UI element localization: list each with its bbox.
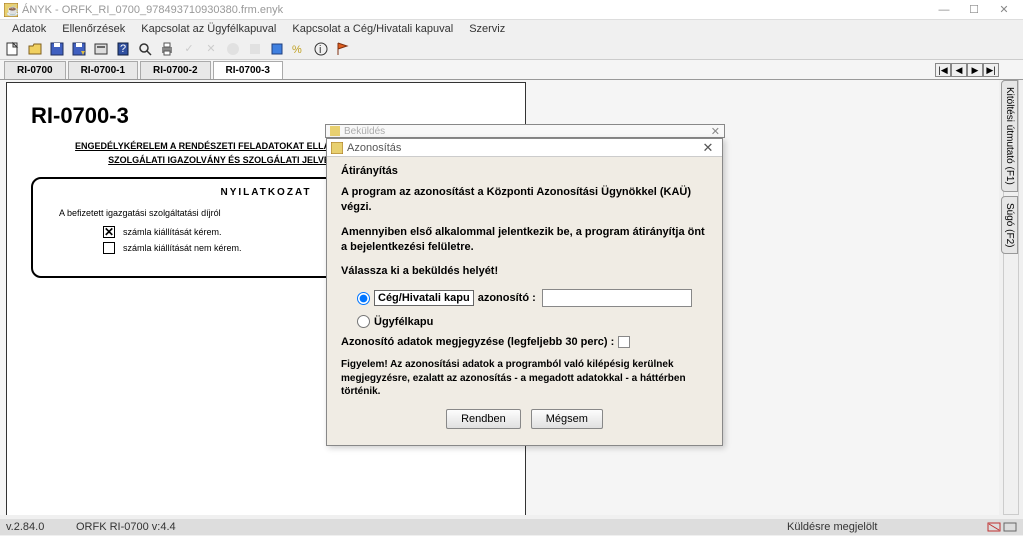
dialog-back-close[interactable]: ✕: [711, 125, 720, 138]
dialog-background: Beküldés ✕: [325, 124, 725, 138]
svg-text:i: i: [319, 44, 321, 56]
menu-szerviz[interactable]: Szerviz: [461, 21, 513, 37]
dialog-p2: Amennyiben első alkalommal jelentkezik b…: [341, 225, 708, 255]
svg-text:%: %: [292, 44, 302, 56]
dialog-titlebar: Azonosítás ✕: [327, 139, 722, 157]
book-icon[interactable]: [268, 40, 286, 58]
toolbar-icon-5[interactable]: [92, 40, 110, 58]
radio-ugyfelkapu[interactable]: [357, 315, 370, 328]
azonosito-label: azonosító :: [478, 292, 536, 304]
menu-ugyfelkapu[interactable]: Kapcsolat az Ügyfélkapuval: [133, 21, 284, 37]
window-titlebar: ☕ ÁNYK - ORFK_RI_0700_978493710930380.fr…: [0, 0, 1023, 20]
maximize-button[interactable]: ☐: [959, 0, 989, 20]
toolbar-icon-6[interactable]: ?: [114, 40, 132, 58]
checkbox-kerem-label: számla kiállítását kérem.: [123, 227, 222, 237]
tabbar: RI-0700 RI-0700-1 RI-0700-2 RI-0700-3 |◀…: [0, 60, 1023, 80]
check-icon[interactable]: ✓: [180, 40, 198, 58]
close-button[interactable]: ✕: [989, 0, 1019, 20]
dialog-icon: [331, 142, 343, 154]
svg-text:☕: ☕: [6, 3, 18, 17]
tab-ri0700-1[interactable]: RI-0700-1: [68, 61, 138, 79]
dialog-prompt: Válassza ki a beküldés helyét!: [341, 264, 708, 279]
dialog-section: Átirányítás: [341, 165, 708, 177]
x-icon[interactable]: ✕: [202, 40, 220, 58]
dialog-close-button[interactable]: ✕: [698, 140, 718, 156]
window-title: ÁNYK - ORFK_RI_0700_978493710930380.frm.…: [22, 4, 929, 16]
toolbar-icon-12[interactable]: [246, 40, 264, 58]
status-icon-2[interactable]: [1003, 519, 1017, 536]
auth-dialog: Azonosítás ✕ Átirányítás A program az az…: [326, 138, 723, 446]
status-state: Küldésre megjelölt: [787, 521, 987, 533]
checkbox-nemkerem[interactable]: [103, 242, 115, 254]
azonosito-input[interactable]: [542, 289, 692, 307]
tab-ri0700[interactable]: RI-0700: [4, 61, 66, 79]
open-icon[interactable]: [26, 40, 44, 58]
dialog-note: Figyelem! Az azonosítási adatok a progra…: [341, 358, 708, 399]
radio-ugyfelkapu-label: Ügyfélkapu: [374, 316, 433, 328]
radio-ceghivatali[interactable]: [357, 292, 370, 305]
dialog-title: Azonosítás: [347, 142, 698, 154]
new-icon[interactable]: [4, 40, 22, 58]
saveas-icon[interactable]: [70, 40, 88, 58]
tab-first-button[interactable]: |◀: [935, 63, 951, 77]
save-icon[interactable]: [48, 40, 66, 58]
find-icon[interactable]: [136, 40, 154, 58]
ok-button[interactable]: Rendben: [446, 409, 521, 429]
menu-ellenorzesek[interactable]: Ellenőrzések: [54, 21, 133, 37]
dialog-p1: A program az azonosítást a Központi Azon…: [341, 185, 708, 215]
checkbox-nemkerem-label: számla kiállítását nem kérem.: [123, 243, 242, 253]
menu-adatok[interactable]: Adatok: [4, 21, 54, 37]
app-icon: ☕: [4, 3, 18, 17]
status-version: v.2.84.0: [6, 521, 76, 533]
side-tabs: Kitöltési útmutató (F1) Súgó (F2): [1001, 80, 1023, 258]
minimize-button[interactable]: —: [929, 0, 959, 20]
menu-ceghivatali[interactable]: Kapcsolat a Cég/Hivatali kapuval: [284, 21, 461, 37]
tab-nav: |◀ ◀ ▶ ▶|: [935, 63, 999, 77]
menubar: Adatok Ellenőrzések Kapcsolat az Ügyfélk…: [0, 20, 1023, 38]
toolbar-icon-11[interactable]: [224, 40, 242, 58]
checkbox-kerem[interactable]: [103, 226, 115, 238]
dialog-back-icon: [330, 126, 340, 136]
print-icon[interactable]: [158, 40, 176, 58]
remember-label: Azonosító adatok megjegyzése (legfeljebb…: [341, 336, 614, 348]
sidetab-sugo[interactable]: Súgó (F2): [1001, 196, 1018, 254]
flag-icon[interactable]: [334, 40, 352, 58]
svg-text:?: ?: [120, 43, 126, 55]
cancel-button[interactable]: Mégsem: [531, 409, 603, 429]
sidetab-utmutato[interactable]: Kitöltési útmutató (F1): [1001, 80, 1018, 192]
tab-next-button[interactable]: ▶: [967, 63, 983, 77]
remember-checkbox[interactable]: [618, 336, 630, 348]
tab-ri0700-3[interactable]: RI-0700-3: [213, 61, 283, 79]
toolbar-icon-14[interactable]: %: [290, 40, 308, 58]
info-icon[interactable]: i: [312, 40, 330, 58]
toolbar: ? ✓ ✕ % i: [0, 38, 1023, 60]
status-icon-1[interactable]: [987, 519, 1001, 536]
dialog-back-title: Beküldés: [344, 126, 385, 137]
tab-prev-button[interactable]: ◀: [951, 63, 967, 77]
tab-ri0700-2[interactable]: RI-0700-2: [140, 61, 210, 79]
statusbar: v.2.84.0 ORFK RI-0700 v:4.4 Küldésre meg…: [0, 519, 1023, 535]
radio-ceghivatali-label: Cég/Hivatali kapu: [374, 290, 474, 306]
status-form: ORFK RI-0700 v:4.4: [76, 521, 787, 533]
tab-last-button[interactable]: ▶|: [983, 63, 999, 77]
